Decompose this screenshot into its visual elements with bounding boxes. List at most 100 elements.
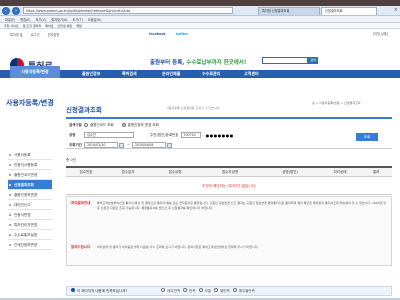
type-label: 검색구분 (69, 122, 82, 127)
form-row-period: 조회기간 2010/02/10 ~ 2010/04/09 (66, 140, 392, 150)
survey-option[interactable]: 보통 (198, 288, 212, 294)
survey-option[interactable]: 매우불만족 (232, 288, 255, 294)
browser-menubar: 파일(F) 편집(E) 보기(V) 즐겨찾기(A) 도구(T) 도움말(H) (0, 16, 400, 23)
favorite-link[interactable]: 특허로 (45, 24, 53, 28)
calendar-icon[interactable] (166, 142, 172, 148)
menu-file[interactable]: 파일(F) (5, 17, 15, 22)
col-receipt-date: 접수일자 (121, 170, 135, 174)
survey-question: 이 페이지의 내용에 만족하십니까? (71, 288, 127, 294)
notice-text: 특허고객번호부여신청 통지서 발신 및 결정으로 통지서 발송 또는 전자문서로… (97, 201, 387, 211)
sidebar-menu: 사용자등록 인증서사용등록 출원인코드변경 신청결과조회 출원인정보변경 대리인… (8, 150, 52, 250)
notice-heading: 처리결과안내 (71, 201, 91, 205)
form-row-name: 성명 김수진 주민(법인)등록번호 700720 - ●●●●●●● (66, 130, 392, 140)
notice-text: 처리상태 및 결과가 처리중일 경우 다음날 다시 조회해 보시기 바랍니다. … (97, 245, 259, 249)
empty-message: 조건에 해당하는 데이터가 없습니다. (66, 177, 392, 195)
global-nav: 사용자등록/변경 출원인정보 특허검색 온라인제출 수수료관리 고객센터 (0, 66, 400, 78)
id-number-front-input[interactable]: 700720 (180, 132, 201, 138)
menu-favorites[interactable]: 즐겨찾기(A) (51, 17, 67, 22)
sidebar-item-info-change[interactable]: 출원인정보변경 (8, 190, 52, 200)
sidebar-item-party-change[interactable]: 관계인정보변경 (8, 240, 52, 250)
survey-option-label: 보통 (204, 289, 212, 293)
favorite-link[interactable]: 인터넷 뱅킹 (58, 24, 73, 28)
radio-icon[interactable] (84, 123, 88, 127)
question-icon (71, 288, 75, 292)
sidebar-item-fee-notice[interactable]: 수수료통보설정 (8, 230, 52, 240)
gnb-item-patent-search[interactable]: 특허검색 (122, 70, 137, 78)
survey-options: 매우만족 만족 보통 불만족 매우불만족 (161, 288, 255, 294)
notice-section-info: 알려드립니다 처리상태 및 결과가 처리중일 경우 다음날 다시 조회해 보시기… (71, 245, 389, 263)
favorite-link[interactable]: 메일 (76, 24, 82, 28)
sidebar-item-user-register[interactable]: 사용자등록 (8, 150, 52, 160)
radio-icon[interactable] (198, 288, 203, 292)
sidebar-title: 사용자등록/변경 (6, 99, 54, 107)
gnb-item-online-submit[interactable]: 온라인제출 (162, 70, 180, 78)
dash: - (202, 133, 204, 137)
inquiry-button[interactable]: 조회 (356, 133, 378, 141)
browser-tab-2[interactable]: 신청결과조회 (321, 7, 377, 15)
survey-question-text: 이 페이지의 내용에 만족하십니까? (77, 289, 128, 293)
col-name: 성명(법인) (282, 170, 298, 174)
col-receipt-no: 접수번호 (79, 170, 93, 174)
sidebar-item-cert-change[interactable]: 인증서변경 (8, 210, 52, 220)
site-search-input[interactable] (262, 57, 308, 64)
window-close-icon[interactable]: × (394, 7, 398, 13)
radio-icon[interactable] (183, 288, 188, 292)
utility-bar: 특허청 홈 로그인 전자출원 facebook twitter [저장 상품] (0, 29, 400, 39)
survey-option[interactable]: 불만족 (214, 288, 230, 294)
breadcrumb: 홈 > 사용자등록/변경 > 신청결과조회 (312, 101, 361, 105)
menu-edit[interactable]: 편집(E) (20, 17, 30, 22)
favorite-link[interactable]: 웹 조각 갤러리 (23, 24, 41, 28)
notice-heading: 알려드립니다 (71, 245, 91, 249)
survey-option[interactable]: 만족 (183, 288, 196, 294)
login-link[interactable]: 로그인 (31, 32, 40, 37)
search-form: 검색구분 출원인코드 조회 출원인정보 변경 조회 성명 김수진 주민(법인)등… (66, 117, 392, 149)
name-input[interactable]: 김수진 (84, 132, 134, 138)
gnb-item-fee-management[interactable]: 수수료관리 (202, 70, 220, 78)
calendar-icon[interactable] (119, 142, 124, 148)
date-to-input[interactable]: 2010/04/09 (131, 142, 166, 148)
sidebar-item-agent-report[interactable]: 대리인신고 (8, 200, 52, 210)
e-filing-link[interactable]: 전자출원 (48, 32, 60, 37)
facebook-link[interactable]: facebook (149, 32, 165, 36)
period-label: 조회기간 (69, 142, 82, 147)
radio-icon[interactable] (232, 288, 237, 292)
option-label: 출원인코드 조회 (90, 122, 114, 127)
option-code-inquiry[interactable]: 출원인코드 조회 (84, 123, 114, 128)
name-label: 성명 (69, 132, 76, 137)
radio-icon[interactable] (161, 288, 166, 292)
survey-option[interactable]: 매우만족 (161, 288, 180, 294)
twitter-link[interactable]: twitter (176, 32, 188, 36)
option-info-change-inquiry[interactable]: 출원인정보 변경 조회 (121, 123, 159, 128)
browser-tab-1[interactable]: 특허청 신청결과조회 (258, 7, 320, 15)
radio-selected-icon[interactable] (121, 123, 126, 127)
gnb-item-customer-center[interactable]: 고객센터 (244, 70, 259, 78)
favorite-link[interactable]: 추천 사이트 (4, 24, 19, 28)
survey-option-label: 불만족 (220, 289, 230, 293)
col-submitter: 접수자성명 (221, 170, 239, 174)
col-status: 처리상태 (333, 170, 347, 174)
sidebar-item-cert-register[interactable]: 인증서사용등록 (8, 160, 52, 170)
radio-icon[interactable] (214, 288, 219, 292)
survey-option-label: 만족 (189, 289, 196, 293)
site-search-button[interactable]: 검색 (308, 57, 318, 64)
home-link[interactable]: 특허청 홈 (10, 32, 23, 37)
back-icon[interactable]: ‹ (2, 6, 10, 15)
tilde: ~ (127, 143, 130, 147)
sidebar-item-admin-change[interactable]: 특허관리자변경 (8, 220, 52, 230)
menu-tools[interactable]: 도구(T) (73, 17, 83, 22)
gnb-item-user-registration[interactable]: 사용자등록/변경 (10, 66, 60, 78)
site-header: 특허로 출원부터 등록, 수수료납부까지 한곳에서! 검색 (0, 40, 400, 72)
url-input[interactable]: https://www.patent.go.kr/jsp/ka/prestep/… (23, 7, 233, 14)
forward-icon[interactable]: › (12, 6, 20, 15)
id-number-label: 주민(법인)등록번호 (150, 132, 179, 137)
sidebar-item-result-inquiry[interactable]: 신청결과조회 (8, 180, 52, 190)
date-from-input[interactable]: 2010/02/10 (84, 142, 118, 148)
gnb-item-applicant-info[interactable]: 출원인정보 (82, 70, 100, 78)
sidebar-item-code-change[interactable]: 출원인코드변경 (8, 170, 52, 180)
saved-items-link[interactable]: [저장 상품] (373, 31, 388, 36)
menu-view[interactable]: 보기(V) (36, 17, 47, 22)
notice-box: 처리결과안내 특허고객번호부여신청 통지서 발신 및 결정으로 통지서 발송 또… (66, 196, 392, 266)
menu-help[interactable]: 도움말(H) (88, 17, 102, 22)
id-number-masked[interactable]: ●●●●●●● (206, 133, 234, 138)
slogan: 출원부터 등록, 수수료납부까지 한곳에서! (150, 58, 246, 66)
